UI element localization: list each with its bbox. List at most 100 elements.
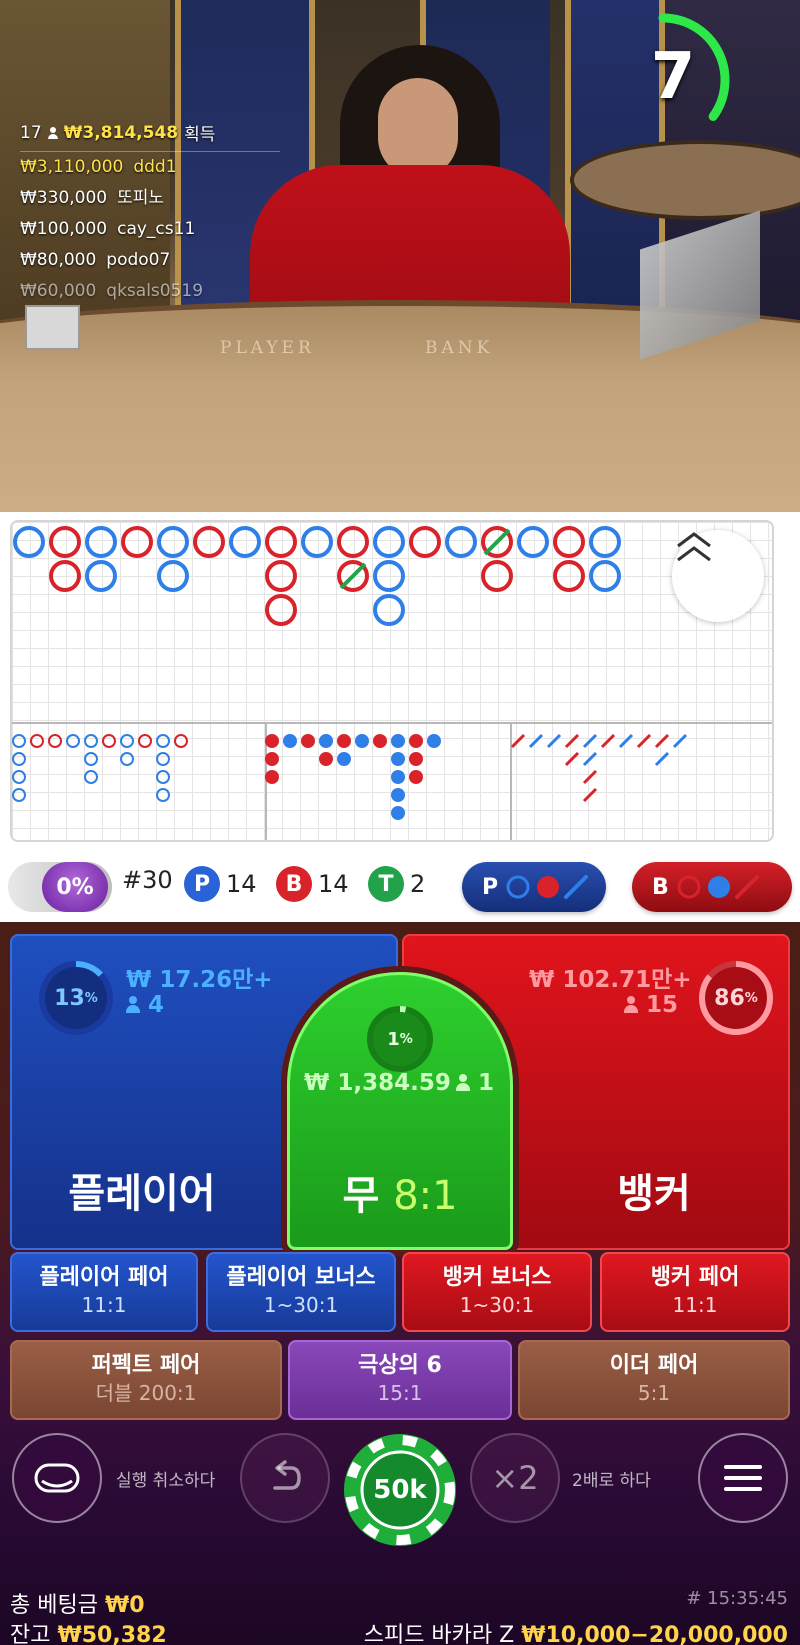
winner-name: cay_cs11 — [117, 219, 196, 239]
predict-letter: B — [652, 874, 669, 900]
chip-selector[interactable]: 50k — [342, 1432, 458, 1548]
winner-name: podo07 — [106, 250, 171, 270]
banker-predict-button[interactable]: B — [632, 862, 792, 912]
predict-icons — [677, 875, 759, 899]
banker-dot — [301, 734, 315, 748]
player-bead — [84, 752, 98, 766]
player-result-mark — [517, 526, 549, 558]
banker-result-mark — [337, 526, 369, 558]
double-chevron-up-icon — [677, 532, 711, 562]
player-dot — [319, 734, 333, 748]
player-dot — [283, 734, 297, 748]
side-bet-name: 뱅커 페어 — [650, 1265, 740, 1290]
banker-slash — [654, 733, 670, 749]
player-predict-button[interactable]: P — [462, 862, 606, 912]
player-result-mark — [589, 560, 621, 592]
table-view-button[interactable] — [12, 1433, 102, 1523]
side-bet-name: 플레이어 페어 — [39, 1265, 169, 1290]
player-dot — [427, 734, 441, 748]
tie-label: 무 — [342, 1173, 380, 1219]
player-pair-bet[interactable]: 플레이어 페어 11:1 — [10, 1252, 198, 1332]
double-button[interactable]: ×2 — [470, 1433, 560, 1523]
player-percent: 13 — [54, 985, 85, 1011]
banker-result-mark — [49, 560, 81, 592]
percent-toggle[interactable]: 0% — [8, 862, 112, 912]
player-bead — [156, 788, 170, 802]
winner-row: ₩60,000 qksals0519 — [20, 276, 280, 307]
percent-sign: % — [744, 990, 758, 1006]
tie-count-value: 2 — [410, 870, 426, 898]
player-bonus-bet[interactable]: 플레이어 보너스 1~30:1 — [206, 1252, 396, 1332]
player-result-mark — [13, 526, 45, 558]
perfect-pair-bet[interactable]: 퍼펙트 페어 더블 200:1 — [10, 1340, 282, 1420]
felt-player-text: PLAYER — [220, 338, 315, 358]
player-slash — [528, 733, 544, 749]
player-slash — [582, 733, 598, 749]
winner-row: ₩330,000 또피노 — [20, 183, 280, 214]
player-result-mark — [229, 526, 261, 558]
player-bead — [12, 752, 26, 766]
card-box — [25, 305, 80, 350]
banker-bead — [102, 734, 116, 748]
side-bet-name: 이더 페어 — [609, 1353, 699, 1378]
player-result-mark — [157, 560, 189, 592]
banker-dot — [373, 734, 387, 748]
percent-sign: % — [84, 990, 98, 1006]
total-bet-value: ₩0 — [104, 1593, 145, 1618]
banker-dot — [337, 734, 351, 748]
player-slash — [582, 751, 598, 767]
undo-button[interactable] — [240, 1433, 330, 1523]
player-bead — [120, 752, 134, 766]
banker-result-mark — [121, 526, 153, 558]
tie-bet-amount: ₩ 1,384.59 — [304, 1070, 451, 1096]
side-bet-odds: 11:1 — [81, 1293, 127, 1317]
banker-result-mark — [265, 560, 297, 592]
total-bet-label: 총 베팅금 — [10, 1593, 98, 1618]
tie-result-mark — [339, 562, 367, 590]
winner-amount: ₩3,110,000 — [20, 157, 124, 177]
banker-result-mark — [481, 560, 513, 592]
balance-label: 잔고 — [10, 1623, 51, 1645]
person-icon — [456, 1074, 470, 1092]
player-dot — [391, 770, 405, 784]
expand-roadmap-button[interactable] — [672, 530, 764, 622]
player-bead — [66, 734, 80, 748]
banker-result-mark — [49, 526, 81, 558]
player-label: 플레이어 — [68, 1171, 216, 1217]
tie-badge: T — [368, 866, 404, 902]
player-bead — [12, 788, 26, 802]
player-result-mark — [373, 594, 405, 626]
banker-result-mark — [553, 526, 585, 558]
player-result-mark — [373, 526, 405, 558]
banker-pair-bet[interactable]: 뱅커 페어 11:1 — [600, 1252, 790, 1332]
menu-button[interactable] — [698, 1433, 788, 1523]
banker-label: 뱅커 — [617, 1171, 691, 1217]
banker-percent-ring: 86% — [696, 958, 776, 1038]
player-slash — [618, 733, 634, 749]
winner-amount: ₩60,000 — [20, 281, 97, 301]
player-bead — [12, 734, 26, 748]
percent-value: 0% — [42, 862, 108, 912]
side-bet-odds: 15:1 — [377, 1381, 423, 1405]
side-bet-name: 극상의 6 — [358, 1353, 442, 1378]
super-six-bet[interactable]: 극상의 6 15:1 — [288, 1340, 512, 1420]
player-slash — [672, 733, 688, 749]
either-pair-bet[interactable]: 이더 페어 5:1 — [518, 1340, 790, 1420]
tie-bet-spot[interactable]: 1% ₩ 1,384.59 1 무 8:1 — [287, 972, 513, 1250]
banker-result-mark — [409, 526, 441, 558]
banker-bead — [138, 734, 152, 748]
banker-result-mark — [265, 594, 297, 626]
winner-amount: ₩80,000 — [20, 250, 97, 270]
side-bet-name: 플레이어 보너스 — [226, 1265, 376, 1290]
winner-amount: ₩330,000 — [20, 188, 108, 208]
tie-percent-ring: 1% — [360, 999, 440, 1079]
winner-row: ₩100,000 cay_cs11 — [20, 214, 280, 245]
winners-list: 17 ₩3,814,548 획득 ₩3,110,000 ddd1 ₩330,000… — [20, 120, 280, 307]
timer-number: 7 — [650, 40, 696, 114]
banker-bead — [30, 734, 44, 748]
dealer-face — [378, 78, 458, 178]
banker-slash — [564, 733, 580, 749]
game-name: 스피드 바카라 Z — [363, 1623, 515, 1645]
banker-bonus-bet[interactable]: 뱅커 보너스 1~30:1 — [402, 1252, 592, 1332]
banker-bead — [48, 734, 62, 748]
